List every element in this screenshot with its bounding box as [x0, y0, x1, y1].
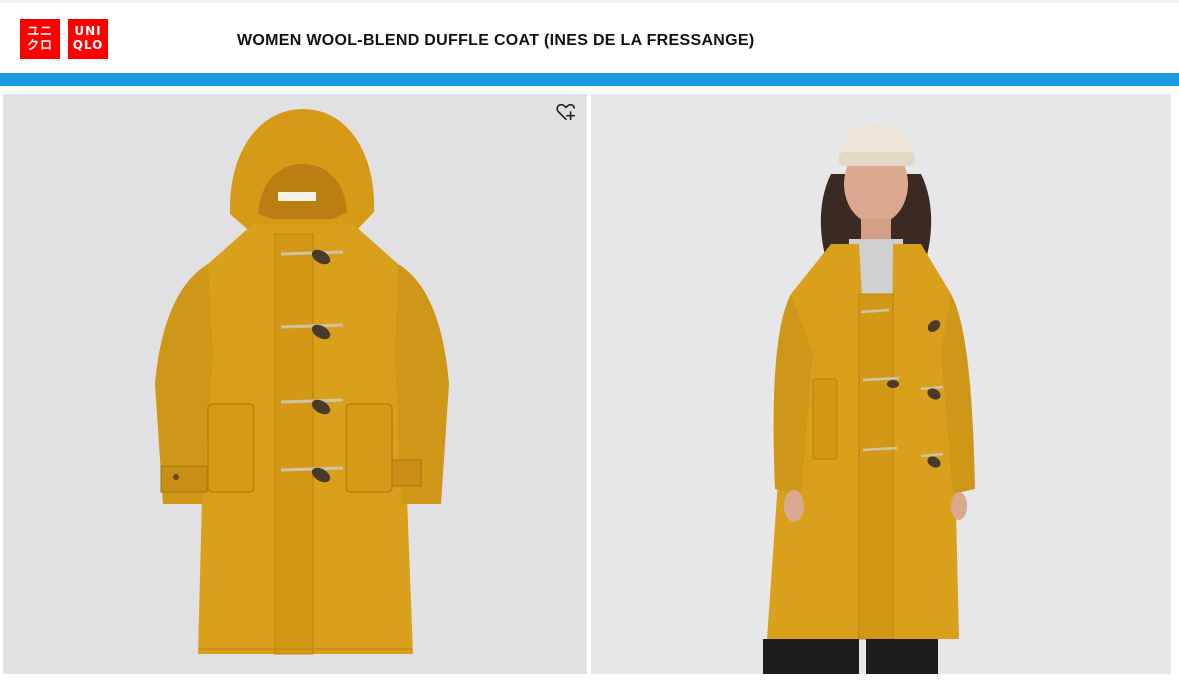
product-flat-image[interactable] [3, 94, 587, 674]
logo-latin-tile: UNI QLO [68, 19, 108, 59]
logo-latin-line-2: QLO [72, 38, 104, 52]
logo-katakana-line-2: クロ [26, 38, 53, 52]
model-image[interactable] [591, 94, 1171, 674]
product-title: WOMEN WOOL-BLEND DUFFLE COAT (INES DE LA… [237, 32, 755, 49]
coat-flat-illustration [155, 109, 449, 655]
logo-katakana-line-1: ユニ [26, 24, 53, 38]
logo-katakana-tile: ユニ クロ [20, 19, 60, 59]
model-wearing-coat-illustration [763, 124, 975, 674]
uniqlo-logo[interactable]: ユニ クロ UNI QLO [20, 19, 108, 59]
logo-latin-line-1: UNI [74, 24, 102, 38]
heart-plus-icon[interactable] [555, 101, 577, 123]
site-header: ユニ クロ UNI QLO WOMEN WOOL-BLEND DUFFLE CO… [0, 3, 1179, 73]
accent-bar [0, 73, 1179, 86]
